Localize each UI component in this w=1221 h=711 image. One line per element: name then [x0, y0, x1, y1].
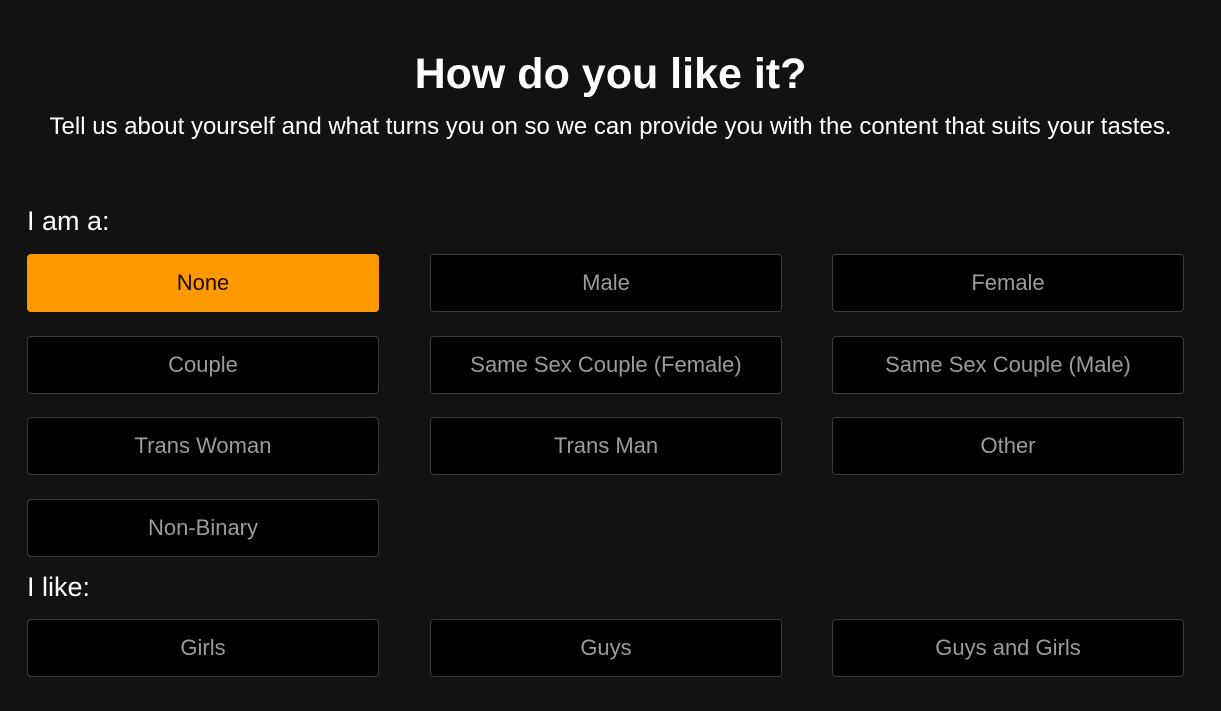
- like-girls[interactable]: Girls: [27, 619, 379, 677]
- i-am-label: I am a:: [27, 206, 110, 236]
- i-like-label: I like:: [27, 572, 91, 602]
- option-none[interactable]: None: [27, 254, 379, 312]
- like-guys-and-girls[interactable]: Guys and Girls: [832, 619, 1184, 677]
- option-non-binary[interactable]: Non-Binary: [27, 499, 379, 557]
- option-other[interactable]: Other: [832, 417, 1184, 475]
- page-subtitle: Tell us about yourself and what turns yo…: [49, 113, 1172, 140]
- like-guys[interactable]: Guys: [430, 619, 782, 677]
- option-trans-woman[interactable]: Trans Woman: [27, 417, 379, 475]
- option-trans-man[interactable]: Trans Man: [430, 417, 782, 475]
- page-title: How do you like it?: [414, 50, 807, 98]
- option-female[interactable]: Female: [832, 254, 1184, 312]
- option-same-sex-couple-male[interactable]: Same Sex Couple (Male): [832, 336, 1184, 394]
- option-couple[interactable]: Couple: [27, 336, 379, 394]
- option-male[interactable]: Male: [430, 254, 782, 312]
- option-same-sex-couple-female[interactable]: Same Sex Couple (Female): [430, 336, 782, 394]
